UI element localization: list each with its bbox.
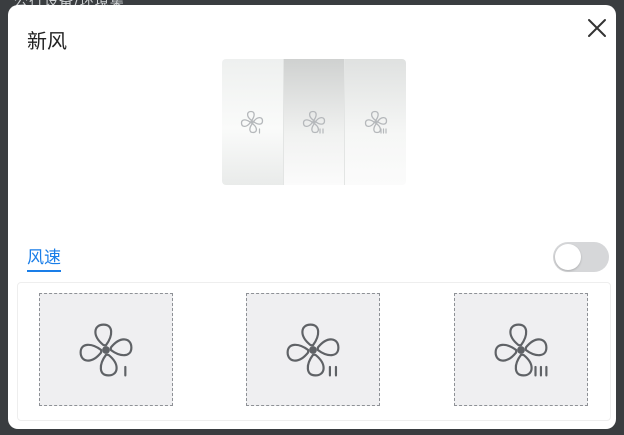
fan-speed-2-icon	[302, 110, 326, 134]
close-icon	[588, 19, 606, 37]
modal-title: 新风	[27, 29, 67, 53]
device-preview	[222, 59, 406, 185]
preview-panel-3	[344, 59, 406, 185]
fan-speed-1-icon	[241, 110, 264, 134]
fan-speed-1-button[interactable]	[39, 293, 173, 406]
fresh-air-modal: 新风 风速	[8, 5, 616, 429]
fan-speed-3-icon	[364, 110, 387, 134]
fan-speed-3-icon	[494, 323, 548, 376]
fan-speed-toggle[interactable]	[553, 242, 609, 272]
fan-speed-2-icon	[286, 323, 340, 376]
close-button[interactable]	[585, 16, 609, 40]
fan-speed-label: 风速	[27, 243, 61, 272]
fan-speed-options	[17, 282, 611, 421]
fan-speed-2-button[interactable]	[246, 293, 380, 406]
toggle-knob	[555, 244, 581, 270]
fan-speed-3-button[interactable]	[454, 293, 588, 406]
preview-panel-1	[222, 59, 283, 185]
fan-speed-1-icon	[79, 323, 133, 376]
preview-panel-2	[282, 59, 345, 185]
